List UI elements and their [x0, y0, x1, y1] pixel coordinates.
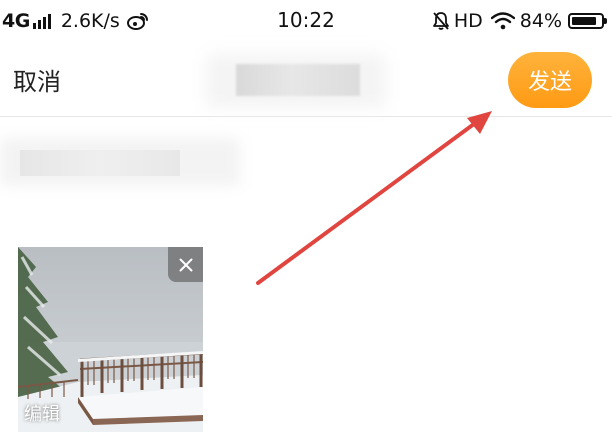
attached-image[interactable]: 编辑: [18, 247, 203, 432]
bell-off-icon: [432, 12, 449, 30]
title-bar: 取消 发送: [0, 42, 612, 117]
battery-percent: 84%: [519, 10, 562, 32]
send-button[interactable]: 发送: [508, 52, 592, 108]
status-right: HD 84%: [432, 8, 607, 34]
page-title-redacted: [236, 64, 360, 96]
wifi-icon: [490, 12, 515, 30]
status-bar: 4G 2.6K/s 10:22 HD 84%: [0, 0, 612, 42]
post-text-redacted: [20, 150, 180, 176]
battery-icon: [568, 13, 607, 29]
edit-image-button[interactable]: 编辑: [24, 400, 60, 426]
battery-fill: [572, 17, 596, 25]
hd-indicator: HD: [453, 10, 483, 32]
cancel-button[interactable]: 取消: [13, 62, 61, 97]
remove-image-button[interactable]: [168, 247, 203, 282]
close-icon: [179, 258, 192, 271]
